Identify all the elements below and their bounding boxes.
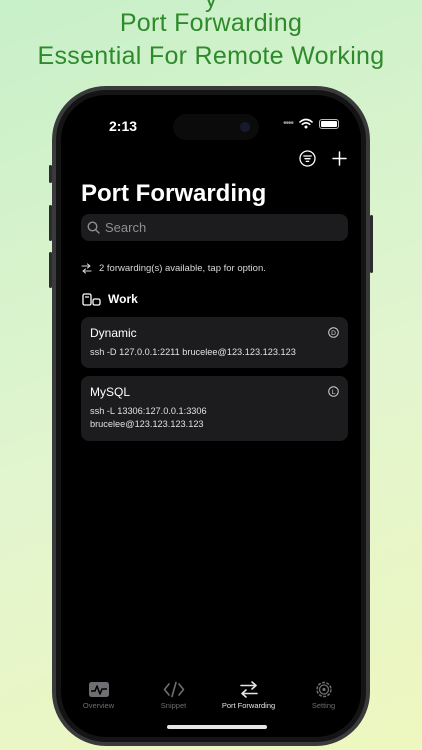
- battery-icon: [319, 118, 339, 129]
- dynamic-badge-letter: D: [331, 329, 336, 337]
- forwarding-card-dynamic[interactable]: Dynamic ssh -D 127.0.0.1:2211 brucelee@1…: [81, 317, 348, 368]
- arrows-exchange-icon: [239, 681, 258, 698]
- forwarding-info[interactable]: 2 forwarding(s) available, tap for optio…: [81, 263, 266, 274]
- forwarding-card-mysql[interactable]: MySQL ssh -L 13306:127.0.0.1:3306 brucel…: [81, 376, 348, 441]
- forwarding-name: MySQL: [90, 385, 131, 399]
- tab-setting[interactable]: Setting: [286, 675, 361, 735]
- add-button[interactable]: [332, 151, 347, 166]
- forwarding-command-line2: brucelee@123.123.123.123: [90, 419, 204, 429]
- page-title: Port Forwarding: [81, 180, 267, 207]
- local-type-icon: L: [328, 386, 339, 397]
- home-indicator: [167, 725, 267, 729]
- tab-overview[interactable]: Overview: [61, 675, 136, 735]
- status-time: 2:13: [109, 118, 138, 134]
- forwarding-name: Dynamic: [90, 326, 137, 340]
- promo-headline: Port Forwarding: [119, 9, 303, 37]
- server-group-icon: [82, 292, 101, 306]
- phone-bezel: 2:13 •••• Port Forwarding Search 2 forwa…: [56, 90, 366, 742]
- group-header-work: Work: [82, 292, 138, 306]
- search-icon: [87, 221, 100, 234]
- arrows-exchange-icon: [81, 263, 92, 274]
- top-actions: [299, 150, 347, 167]
- local-badge-letter: L: [332, 388, 336, 396]
- camera-icon: [240, 122, 250, 132]
- code-icon: [163, 681, 184, 698]
- dynamic-type-icon: D: [328, 327, 339, 338]
- group-label: Work: [108, 292, 138, 306]
- status-indicators: ••••: [283, 118, 339, 129]
- forwarding-info-text: 2 forwarding(s) available, tap for optio…: [99, 263, 266, 274]
- gear-icon: [315, 681, 332, 698]
- pulse-icon: [88, 682, 109, 697]
- tab-label: Setting: [311, 701, 336, 710]
- dynamic-island: [173, 114, 259, 140]
- app-screen: 2:13 •••• Port Forwarding Search 2 forwa…: [61, 95, 361, 737]
- promo-subheadline: Essential For Remote Working: [37, 42, 385, 70]
- search-input[interactable]: [105, 220, 335, 235]
- phone-frame: 2:13 •••• Port Forwarding Search 2 forwa…: [52, 86, 370, 746]
- forwarding-command-line1: ssh -L 13306:127.0.0.1:3306: [90, 406, 207, 416]
- tab-label: Snippet: [160, 701, 187, 710]
- forwarding-command: ssh -D 127.0.0.1:2211 brucelee@123.123.1…: [90, 347, 296, 357]
- signal-dots-icon: ••••: [282, 118, 294, 129]
- phone-power-button: [370, 215, 373, 273]
- tab-label: Overview: [82, 701, 115, 710]
- tab-label: Port Forwarding: [221, 701, 276, 710]
- search-bar[interactable]: [81, 214, 348, 241]
- filter-button[interactable]: [299, 150, 316, 167]
- wifi-icon: [299, 118, 313, 129]
